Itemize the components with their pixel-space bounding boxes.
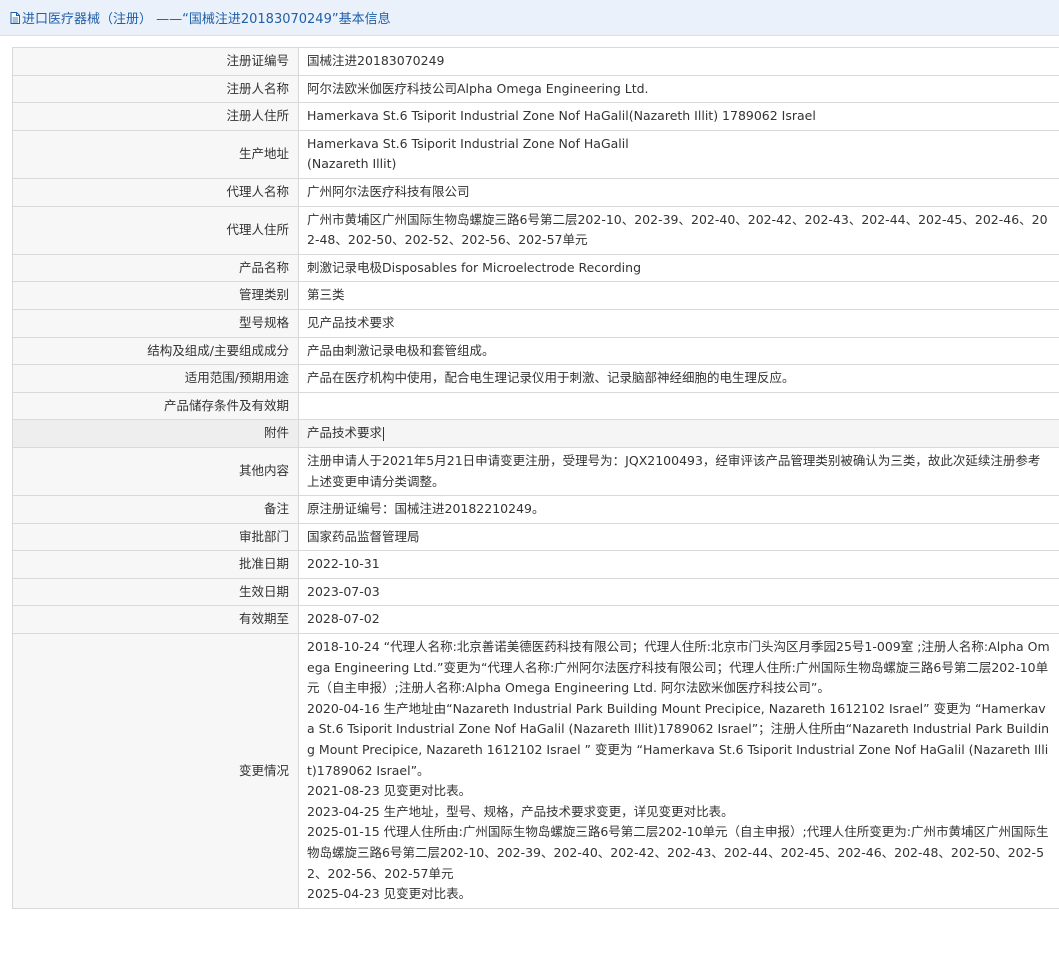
row-value: Hamerkava St.6 Tsiporit Industrial Zone …	[298, 129, 1059, 179]
row-value: 2022-10-31	[298, 550, 1059, 579]
row-label: 型号规格	[12, 308, 299, 338]
attachment-cell[interactable]: 产品技术要求	[298, 419, 1059, 448]
row-label: 生效日期	[12, 577, 299, 607]
row-value: 广州市黄埔区广州国际生物岛螺旋三路6号第二层202-10、202-39、202-…	[298, 205, 1059, 255]
row-value: 国械注进20183070249	[298, 47, 1059, 76]
row-value: 第三类	[298, 281, 1059, 310]
row-label: 结构及组成/主要组成成分	[12, 336, 299, 366]
registration-info-table: 注册证编号 国械注进20183070249 注册人名称 阿尔法欧米伽医疗科技公司…	[12, 47, 1059, 909]
address-line: Hamerkava St.6 Tsiporit Industrial Zone …	[307, 135, 629, 151]
table-row: 型号规格 见产品技术要求	[12, 308, 1059, 338]
page-title: 进口医疗器械（注册） ——“国械注进20183070249”基本信息	[22, 12, 391, 27]
row-label: 注册人名称	[12, 74, 299, 104]
table-row: 产品名称 刺激记录电极Disposables for Microelectrod…	[12, 253, 1059, 283]
table-row: 代理人住所 广州市黄埔区广州国际生物岛螺旋三路6号第二层202-10、202-3…	[12, 205, 1059, 255]
table-row: 产品储存条件及有效期	[12, 391, 1059, 421]
table-row: 管理类别 第三类	[12, 281, 1059, 310]
row-label: 其他内容	[12, 446, 299, 497]
row-value: 广州阿尔法医疗科技有限公司	[298, 177, 1059, 207]
table-row: 批准日期 2022-10-31	[12, 550, 1059, 579]
row-value: 见产品技术要求	[298, 308, 1059, 338]
change-history-entry: 2023-04-25 生产地址，型号、规格，产品技术要求变更，详见变更对比表。	[307, 803, 734, 819]
attachment-link[interactable]: 产品技术要求	[307, 425, 382, 440]
change-history-entry: 2021-08-23 见变更对比表。	[307, 783, 472, 799]
table-row: 注册人名称 阿尔法欧米伽医疗科技公司Alpha Omega Engineerin…	[12, 74, 1059, 104]
row-label: 代理人住所	[12, 205, 299, 255]
change-history-cell: 2018-10-24 “代理人名称:北京善诺美德医药科技有限公司；代理人住所:北…	[298, 633, 1059, 909]
row-value: 注册申请人于2021年5月21日申请变更注册，受理号为：JQX2100493，经…	[298, 446, 1059, 497]
row-label: 产品名称	[12, 253, 299, 283]
change-history-entry: 2025-01-15 代理人住所由:广州国际生物岛螺旋三路6号第二层202-10…	[307, 824, 1049, 881]
document-icon	[10, 11, 20, 24]
table-row: 生产地址 Hamerkava St.6 Tsiporit Industrial …	[12, 129, 1059, 179]
row-value: 国家药品监督管理局	[298, 522, 1059, 552]
table-row: 备注 原注册证编号：国械注进20182210249。	[12, 495, 1059, 524]
row-label: 批准日期	[12, 550, 299, 579]
change-history-entry: 2018-10-24 “代理人名称:北京善诺美德医药科技有限公司；代理人住所:北…	[307, 639, 1050, 696]
table-row: 适用范围/预期用途 产品在医疗机构中使用，配合电生理记录仪用于刺激、记录脑部神经…	[12, 364, 1059, 393]
row-value: 原注册证编号：国械注进20182210249。	[298, 495, 1059, 524]
table-row: 注册证编号 国械注进20183070249	[12, 47, 1059, 76]
row-label: 代理人名称	[12, 177, 299, 207]
table-row: 注册人住所 Hamerkava St.6 Tsiporit Industrial…	[12, 102, 1059, 131]
row-value: Hamerkava St.6 Tsiporit Industrial Zone …	[298, 102, 1059, 131]
change-history-entry: 2020-04-16 生产地址由“Nazareth Industrial Par…	[307, 700, 1050, 778]
table-row: 有效期至 2028-07-02	[12, 605, 1059, 635]
table-row: 审批部门 国家药品监督管理局	[12, 522, 1059, 552]
table-row-change-history: 变更情况 2018-10-24 “代理人名称:北京善诺美德医药科技有限公司；代理…	[12, 633, 1059, 909]
row-label: 附件	[12, 419, 299, 448]
row-value: 产品由刺激记录电极和套管组成。	[298, 336, 1059, 366]
table-row: 代理人名称 广州阿尔法医疗科技有限公司	[12, 177, 1059, 207]
row-value: 产品在医疗机构中使用，配合电生理记录仪用于刺激、记录脑部神经细胞的电生理反应。	[298, 364, 1059, 393]
row-value: 2028-07-02	[298, 605, 1059, 635]
row-value: 阿尔法欧米伽医疗科技公司Alpha Omega Engineering Ltd.	[298, 74, 1059, 104]
row-label: 注册人住所	[12, 102, 299, 131]
row-label: 管理类别	[12, 281, 299, 310]
row-label: 产品储存条件及有效期	[12, 391, 299, 421]
row-value: 刺激记录电极Disposables for Microelectrode Rec…	[298, 253, 1059, 283]
change-history-entry: 2025-04-23 见变更对比表。	[307, 886, 472, 902]
row-label: 变更情况	[12, 633, 299, 909]
table-row-attachment: 附件 产品技术要求	[12, 419, 1059, 448]
page-header: 进口医疗器械（注册） ——“国械注进20183070249”基本信息	[0, 0, 1059, 36]
table-row: 生效日期 2023-07-03	[12, 577, 1059, 607]
table-row: 其他内容 注册申请人于2021年5月21日申请变更注册，受理号为：JQX2100…	[12, 446, 1059, 497]
row-value	[298, 391, 1059, 421]
row-value: 2023-07-03	[298, 577, 1059, 607]
table-row: 结构及组成/主要组成成分 产品由刺激记录电极和套管组成。	[12, 336, 1059, 366]
row-label: 审批部门	[12, 522, 299, 552]
row-label: 注册证编号	[12, 47, 299, 76]
text-cursor	[383, 426, 385, 441]
row-label: 有效期至	[12, 605, 299, 635]
row-label: 备注	[12, 495, 299, 524]
address-line: (Nazareth Illit)	[307, 156, 397, 172]
row-label: 生产地址	[12, 129, 299, 179]
row-label: 适用范围/预期用途	[12, 364, 299, 393]
